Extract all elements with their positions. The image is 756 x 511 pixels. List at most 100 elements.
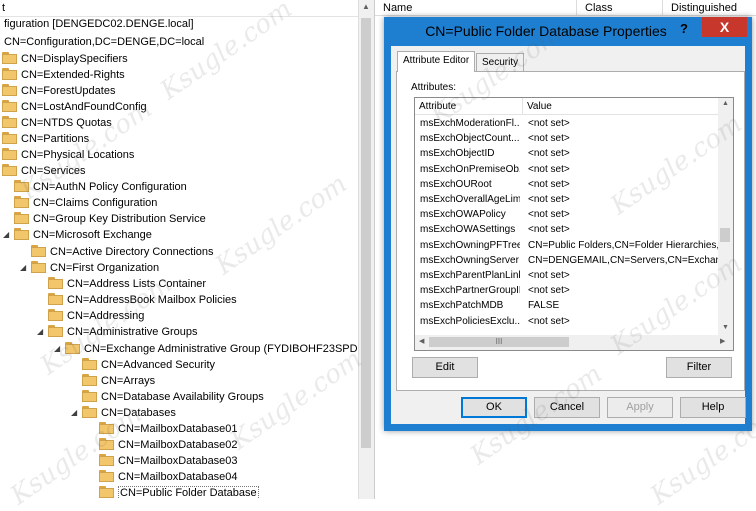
tree-node[interactable]: figuration [DENGEDC02.DENGE.local] — [4, 16, 194, 32]
attribute-row[interactable]: msExchOnPremiseOb... <not set> — [415, 162, 720, 177]
tree-node-label: CN=Address Lists Container — [67, 278, 207, 290]
grid-horizontal-scrollbar[interactable]: ◀ III ▶ — [415, 335, 733, 350]
help-button[interactable]: Help — [680, 397, 746, 418]
tree-node[interactable]: CN=Address Lists Container — [48, 276, 206, 292]
help-icon[interactable]: ? — [670, 19, 698, 39]
tree-node[interactable]: CN=Physical Locations — [2, 147, 134, 163]
grid-header-attribute[interactable]: Attribute — [415, 98, 523, 115]
column-header-distinguished-name[interactable]: Distinguished Name — [663, 0, 756, 30]
close-icon[interactable]: X — [702, 17, 747, 37]
filter-button[interactable]: Filter — [666, 357, 732, 378]
tab-attribute-editor[interactable]: Attribute Editor — [397, 51, 476, 72]
expand-arrow-icon[interactable]: ◢ — [3, 227, 13, 243]
expand-arrow-icon[interactable]: ◢ — [71, 405, 81, 421]
expand-arrow-icon[interactable]: ◢ — [20, 260, 30, 276]
attribute-row[interactable]: msExchOverallAgeLimit <not set> — [415, 192, 720, 207]
tree-node-label: CN=Advanced Security — [101, 359, 216, 371]
attribute-row[interactable]: msExchModerationFl... <not set> — [415, 116, 720, 131]
attribute-row[interactable]: msExchPartnerGroupID <not set> — [415, 283, 720, 298]
column-header-class[interactable]: Class — [577, 0, 663, 16]
folder-icon — [48, 277, 64, 289]
attribute-row[interactable]: msExchOwningServer CN=DENGEMAIL,CN=Server… — [415, 253, 720, 268]
tree-scroll-thumb[interactable] — [361, 18, 371, 448]
folder-icon — [2, 148, 18, 160]
grid-hscroll-thumb[interactable]: III — [429, 337, 569, 347]
tree-node[interactable]: CN=NTDS Quotas — [2, 115, 112, 131]
tree-node-label: CN=Extended-Rights — [21, 69, 125, 81]
expand-arrow-icon[interactable]: ◢ — [37, 324, 47, 340]
grid-header-value[interactable]: Value — [523, 98, 720, 115]
tree-vertical-scrollbar[interactable]: ▲ — [358, 0, 374, 499]
tree-node[interactable]: CN=Active Directory Connections — [31, 244, 214, 260]
cancel-button[interactable]: Cancel — [534, 397, 600, 418]
attribute-name: msExchPoliciesExclu... — [420, 315, 520, 327]
tree-node[interactable]: CN=Addressing — [48, 308, 144, 324]
tree-node[interactable]: CN=Database Availability Groups — [82, 389, 264, 405]
dialog-titlebar[interactable]: CN=Public Folder Database Properties ? X — [384, 17, 752, 46]
scroll-up-icon[interactable]: ▲ — [362, 2, 370, 11]
tree-node[interactable]: ◢ CN=Exchange Administrative Group (FYDIB… — [54, 341, 364, 357]
attribute-row[interactable]: msExchPoliciesExclu... <not set> — [415, 314, 720, 329]
attribute-value: <not set> — [528, 270, 570, 281]
tree-node[interactable]: CN=Advanced Security — [82, 357, 215, 373]
attribute-row[interactable]: msExchObjectCount... <not set> — [415, 131, 720, 146]
attribute-row[interactable]: msExchObjectID <not set> — [415, 146, 720, 161]
ok-button[interactable]: OK — [461, 397, 527, 418]
attribute-row[interactable]: msExchOWASettings <not set> — [415, 222, 720, 237]
tab-security[interactable]: Security — [476, 53, 525, 71]
attribute-row[interactable]: msExchOwningPFTree CN=Public Folders,CN=F… — [415, 238, 720, 253]
tree-node[interactable]: CN=ForestUpdates — [2, 83, 115, 99]
scroll-left-icon[interactable]: ◀ — [419, 337, 424, 345]
attribute-name: msExchOURoot — [420, 178, 492, 190]
tree-node-label: CN=Configuration,DC=DENGE,DC=local — [4, 36, 205, 48]
tree-node-label: CN=Database Availability Groups — [101, 391, 264, 403]
tree-node[interactable]: CN=DisplaySpecifiers — [2, 51, 128, 67]
scroll-down-icon[interactable]: ▼ — [722, 324, 729, 331]
tree-node[interactable]: CN=AddressBook Mailbox Policies — [48, 292, 237, 308]
attribute-name: msExchOverallAgeLimit — [420, 194, 520, 205]
attribute-row[interactable]: msExchParentPlanLink <not set> — [415, 268, 720, 283]
tree-node[interactable]: CN=Partitions — [2, 131, 89, 147]
tree-node-label: CN=Administrative Groups — [67, 326, 198, 338]
tree-node[interactable]: CN=Public Folder Database — [99, 485, 259, 499]
tree-node[interactable]: CN=MailboxDatabase02 — [99, 437, 238, 453]
tree-node[interactable]: ◢ CN=Administrative Groups — [37, 324, 198, 340]
edit-button[interactable]: Edit — [412, 357, 478, 378]
apply-button[interactable]: Apply — [607, 397, 673, 418]
tree-node[interactable]: CN=MailboxDatabase04 — [99, 469, 238, 485]
tree-node[interactable]: CN=Claims Configuration — [14, 195, 157, 211]
grid-vscroll-thumb[interactable] — [720, 228, 730, 242]
tree-node[interactable]: ◢ CN=Microsoft Exchange — [3, 227, 152, 243]
attribute-row[interactable]: msExchPatchMDB FALSE — [415, 298, 720, 313]
attribute-value: <not set> — [528, 148, 570, 160]
folder-icon — [48, 325, 64, 337]
tree-node-label: CN=Physical Locations — [21, 149, 135, 161]
tree-node-label: CN=AuthN Policy Configuration — [33, 181, 187, 193]
tree-node-label: CN=Arrays — [101, 375, 156, 387]
scroll-up-icon[interactable]: ▲ — [722, 100, 729, 107]
folder-icon — [99, 454, 115, 466]
tree-node[interactable]: CN=Extended-Rights — [2, 67, 125, 83]
tree-node[interactable]: CN=Configuration,DC=DENGE,DC=local — [4, 34, 204, 50]
expand-arrow-icon[interactable]: ◢ — [54, 341, 64, 357]
grid-vertical-scrollbar[interactable]: ▲ ▼ — [718, 98, 733, 335]
tree-node[interactable]: CN=Services — [2, 163, 86, 179]
column-header-name[interactable]: Name — [375, 0, 577, 16]
tree-node[interactable]: CN=MailboxDatabase01 — [99, 421, 238, 437]
tree-node[interactable]: CN=Group Key Distribution Service — [14, 211, 206, 227]
attribute-name: msExchModerationFl... — [420, 118, 520, 129]
tree-node[interactable]: CN=Arrays — [82, 373, 155, 389]
tree-node[interactable]: ◢ CN=Databases — [71, 405, 176, 421]
tree-node[interactable]: CN=MailboxDatabase03 — [99, 453, 238, 469]
attribute-row[interactable]: msExchOURoot <not set> — [415, 177, 720, 192]
scroll-right-icon[interactable]: ▶ — [720, 337, 725, 345]
tree-node[interactable]: CN=AuthN Policy Configuration — [14, 179, 187, 195]
attribute-name: msExchPartnerGroupID — [420, 285, 520, 297]
tree-node[interactable]: CN=LostAndFoundConfig — [2, 99, 147, 115]
tree-node[interactable]: ◢ CN=First Organization — [20, 260, 159, 276]
folder-icon — [82, 358, 98, 370]
folder-icon — [14, 180, 30, 192]
attribute-row[interactable]: msExchOWAPolicy <not set> — [415, 207, 720, 222]
tree-node-label: CN=ForestUpdates — [21, 85, 116, 97]
folder-icon — [99, 470, 115, 482]
